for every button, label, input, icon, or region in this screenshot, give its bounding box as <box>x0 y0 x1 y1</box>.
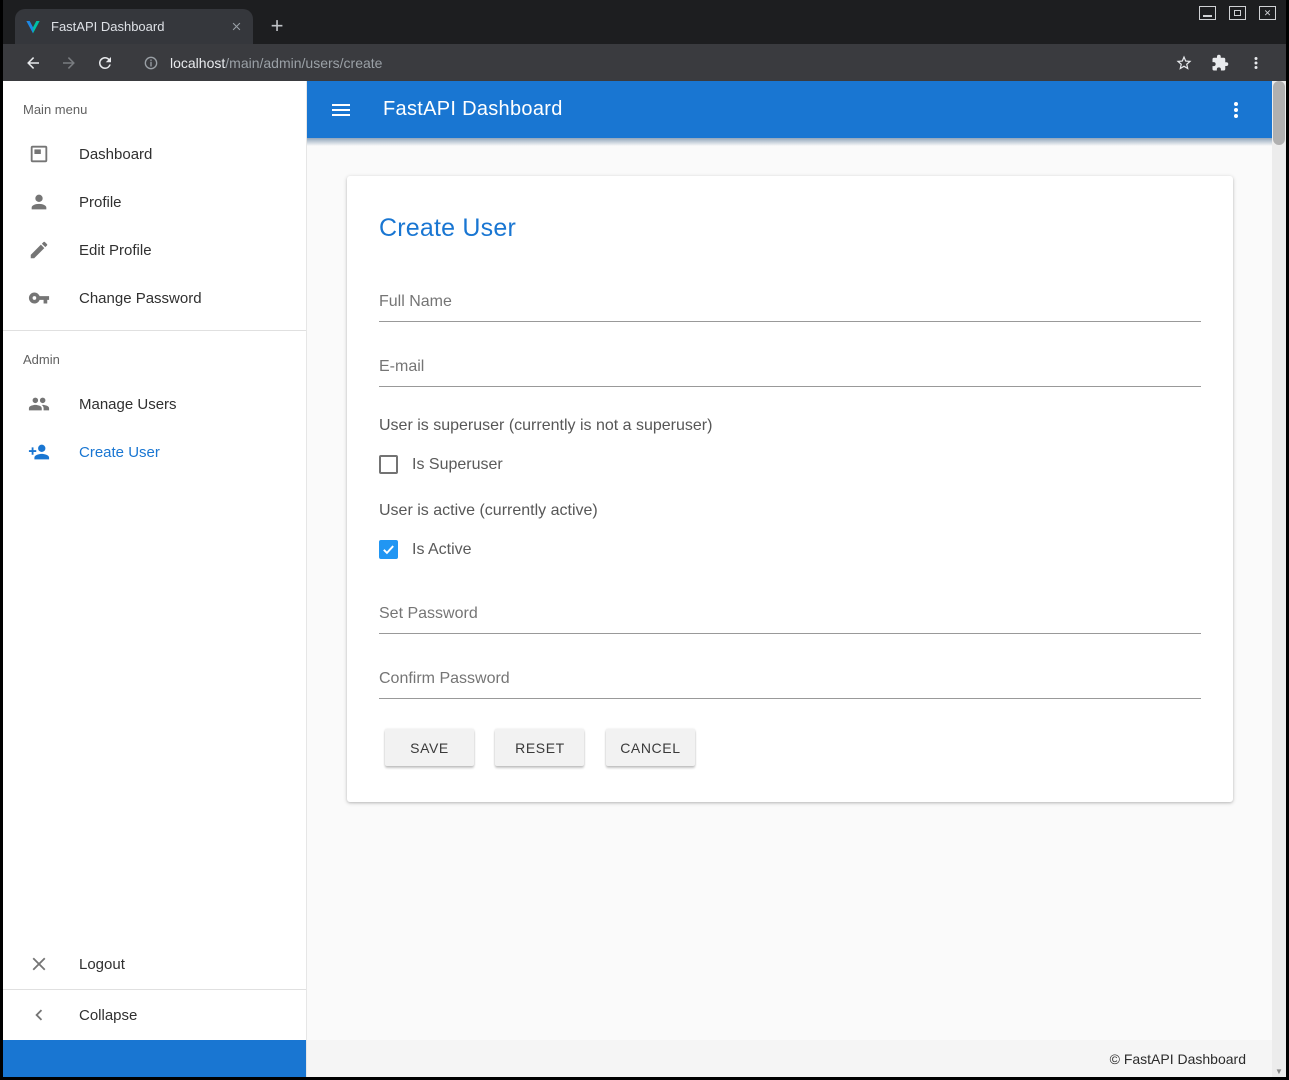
sidebar-item-label: Change Password <box>79 290 202 307</box>
new-tab-button[interactable]: + <box>265 15 289 37</box>
copyright-text: © FastAPI Dashboard <box>1110 1051 1246 1067</box>
pencil-icon <box>28 239 50 261</box>
password-field <box>379 599 1201 634</box>
confirm-password-field <box>379 664 1201 699</box>
appbar-overflow-menu-icon[interactable] <box>1224 98 1248 122</box>
people-icon <box>28 393 50 415</box>
active-note: User is active (currently active) <box>379 502 1201 520</box>
scrollbar-down-arrow[interactable]: ▼ <box>1272 1067 1286 1076</box>
site-info-icon[interactable] <box>143 55 159 71</box>
sidebar-item-create-user[interactable]: Create User <box>3 428 306 476</box>
scrollbar-thumb[interactable] <box>1273 81 1285 145</box>
email-field <box>379 352 1201 387</box>
browser-toolbar: localhost/main/admin/users/create <box>3 44 1286 81</box>
scrollbar[interactable]: ▼ <box>1272 81 1286 1077</box>
form-buttons: SAVE RESET CANCEL <box>379 729 1201 766</box>
close-icon <box>28 953 50 975</box>
sidebar-item-change-password[interactable]: Change Password <box>3 274 306 322</box>
superuser-checkbox-row: Is Superuser <box>379 455 1201 474</box>
window-close-button[interactable]: ✕ <box>1259 6 1276 20</box>
content-area: Create User User is superuser (currently… <box>307 138 1272 1040</box>
sidebar-spacer <box>3 476 306 939</box>
sidebar-item-label: Collapse <box>79 1007 137 1024</box>
confirm-password-input[interactable] <box>379 664 1201 699</box>
active-checkbox-row: Is Active <box>379 540 1201 559</box>
dashboard-icon <box>28 143 50 165</box>
sidebar-item-profile[interactable]: Profile <box>3 178 306 226</box>
superuser-note: User is superuser (currently is not a su… <box>379 417 1201 435</box>
page-title: Create User <box>379 214 1201 243</box>
chevron-left-icon <box>28 1004 50 1026</box>
superuser-checkbox[interactable] <box>379 455 398 474</box>
tab-close-icon[interactable] <box>227 18 245 36</box>
hamburger-menu-icon[interactable] <box>329 98 353 122</box>
bookmark-star-icon[interactable] <box>1171 50 1197 76</box>
extensions-icon[interactable] <box>1207 50 1233 76</box>
main-area: FastAPI Dashboard Create User User is su… <box>307 81 1272 1077</box>
sidebar-item-dashboard[interactable]: Dashboard <box>3 130 306 178</box>
vuetify-logo-icon <box>25 19 41 35</box>
sidebar-item-label: Edit Profile <box>79 242 152 259</box>
window-minimize-button[interactable] <box>1199 6 1216 20</box>
address-bar[interactable]: localhost/main/admin/users/create <box>133 49 1156 77</box>
sidebar-item-label: Create User <box>79 444 160 461</box>
reload-button[interactable] <box>92 50 118 76</box>
create-user-card: Create User User is superuser (currently… <box>347 176 1233 802</box>
sidebar-footer-strip <box>3 1040 306 1077</box>
reset-button[interactable]: RESET <box>495 729 584 766</box>
tab-title: FastAPI Dashboard <box>51 19 227 34</box>
full-name-field <box>379 287 1201 322</box>
sidebar-item-edit-profile[interactable]: Edit Profile <box>3 226 306 274</box>
window-controls: ✕ <box>1199 6 1276 20</box>
person-icon <box>28 191 50 213</box>
superuser-checkbox-label: Is Superuser <box>412 456 503 474</box>
sidebar-item-label: Profile <box>79 194 122 211</box>
person-add-icon <box>28 441 50 463</box>
window-maximize-button[interactable] <box>1229 6 1246 20</box>
browser-window: FastAPI Dashboard + ✕ localhost/main/adm… <box>3 0 1286 1077</box>
browser-tab[interactable]: FastAPI Dashboard <box>15 9 253 44</box>
page-footer: © FastAPI Dashboard <box>307 1040 1272 1077</box>
save-button[interactable]: SAVE <box>385 729 474 766</box>
sidebar-item-collapse[interactable]: Collapse <box>3 990 306 1040</box>
sidebar-section-header-main-menu: Main menu <box>3 81 306 130</box>
key-icon <box>28 287 50 309</box>
active-checkbox-label: Is Active <box>412 541 472 559</box>
back-button[interactable] <box>20 50 46 76</box>
url-path: /main/admin/users/create <box>225 55 382 71</box>
browser-menu-icon[interactable] <box>1243 50 1269 76</box>
app-bar: FastAPI Dashboard <box>307 81 1272 138</box>
sidebar: Main menu Dashboard Profile Edit Profile <box>3 81 307 1077</box>
sidebar-item-label: Logout <box>79 956 125 973</box>
page: Main menu Dashboard Profile Edit Profile <box>3 81 1286 1077</box>
email-input[interactable] <box>379 352 1201 387</box>
sidebar-section-header-admin: Admin <box>3 331 306 380</box>
cancel-button[interactable]: CANCEL <box>606 729 695 766</box>
password-input[interactable] <box>379 599 1201 634</box>
sidebar-item-logout[interactable]: Logout <box>3 939 306 989</box>
url-host: localhost <box>170 55 225 71</box>
sidebar-item-label: Dashboard <box>79 146 152 163</box>
full-name-input[interactable] <box>379 287 1201 322</box>
url-text: localhost/main/admin/users/create <box>170 55 382 71</box>
appbar-title: FastAPI Dashboard <box>383 98 563 121</box>
sidebar-item-manage-users[interactable]: Manage Users <box>3 380 306 428</box>
sidebar-item-label: Manage Users <box>79 396 177 413</box>
browser-titlebar: FastAPI Dashboard + ✕ <box>3 0 1286 44</box>
active-checkbox[interactable] <box>379 540 398 559</box>
forward-button[interactable] <box>56 50 82 76</box>
